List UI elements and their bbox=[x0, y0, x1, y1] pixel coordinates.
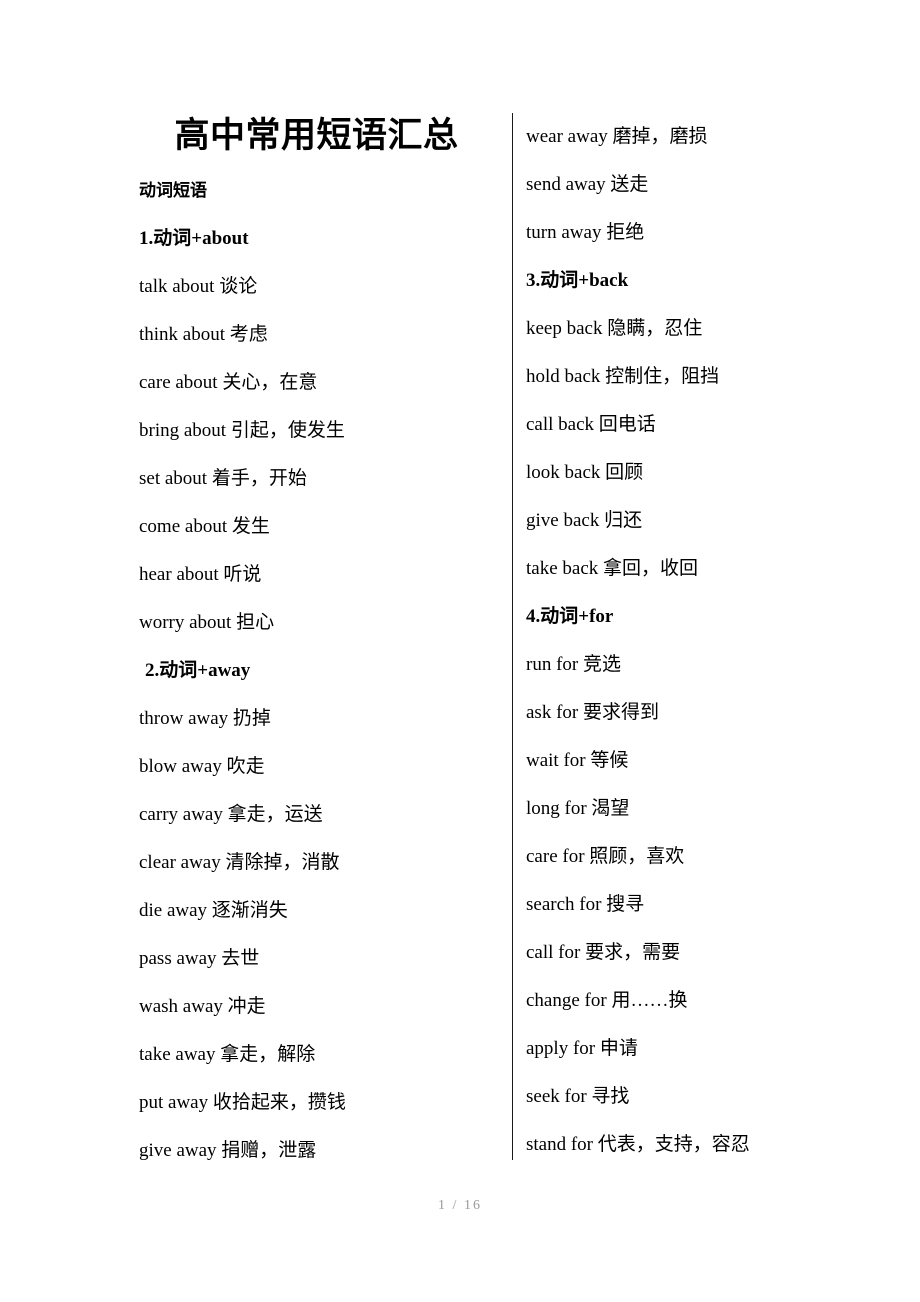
subsection-heading: 4.动词+for bbox=[526, 606, 614, 627]
phrase-entry: turn away 拒绝 bbox=[526, 222, 645, 243]
phrase-entry: keep back 隐瞒，忍住 bbox=[526, 318, 703, 339]
phrase-entry: call for 要求，需要 bbox=[526, 942, 681, 963]
phrase-entry: take back 拿回，收回 bbox=[526, 558, 699, 579]
phrase-entry: talk about 谈论 bbox=[139, 276, 258, 297]
phrase-entry: throw away 扔掉 bbox=[139, 708, 271, 729]
phrase-entry: run for 竞选 bbox=[526, 654, 621, 675]
phrase-entry: search for 搜寻 bbox=[526, 894, 645, 915]
phrase-entry: care for 照顾，喜欢 bbox=[526, 846, 685, 867]
phrase-entry: clear away 清除掉，消散 bbox=[139, 852, 340, 873]
phrase-entry: call back 回电话 bbox=[526, 414, 656, 435]
phrase-entry: hold back 控制住，阻挡 bbox=[526, 366, 720, 387]
footer-current-page: 1 bbox=[438, 1198, 448, 1213]
subsection-heading: 2.动词+away bbox=[145, 660, 251, 681]
phrase-entry: die away 逐渐消失 bbox=[139, 900, 288, 921]
phrase-entry: long for 渴望 bbox=[526, 798, 630, 819]
document-page: 高中常用短语汇总动词短语 1.动词+about talk about 谈论 think… bbox=[0, 0, 920, 1302]
two-column-body: 高中常用短语汇总动词短语 1.动词+about talk about 谈论 think… bbox=[0, 113, 920, 1163]
phrase-entry: send away 送走 bbox=[526, 174, 649, 195]
phrase-entry: give away 捐赠，泄露 bbox=[139, 1140, 317, 1161]
phrase-entry: hear about 听说 bbox=[139, 564, 262, 585]
phrase-entry: give back 归还 bbox=[526, 510, 643, 531]
phrase-entry: carry away 拿走，运送 bbox=[139, 804, 323, 825]
phrase-entry: worry about 担心 bbox=[139, 612, 275, 633]
phrase-entry: pass away 去世 bbox=[139, 948, 260, 969]
phrase-entry: put away 收拾起来，攒钱 bbox=[139, 1092, 346, 1113]
subsection-heading: 3.动词+back bbox=[526, 270, 629, 291]
phrase-entry: wash away 冲走 bbox=[139, 996, 266, 1017]
phrase-entry: wear away 磨掉，磨损 bbox=[526, 126, 708, 147]
page-title: 高中常用短语汇总 bbox=[174, 116, 459, 156]
left-column: 高中常用短语汇总动词短语 1.动词+about talk about 谈论 think… bbox=[139, 113, 494, 1175]
phrase-entry: stand for 代表，支持，容忍 bbox=[526, 1134, 750, 1155]
phrase-entry: look back 回顾 bbox=[526, 462, 644, 483]
right-column: wear away 磨掉，磨损 send away 送走 turn away 拒绝 3… bbox=[526, 113, 886, 1169]
phrase-entry: wait for 等候 bbox=[526, 750, 629, 771]
phrase-entry: change for 用……换 bbox=[526, 990, 688, 1011]
phrase-entry: care about 关心，在意 bbox=[139, 372, 318, 393]
phrase-entry: apply for 申请 bbox=[526, 1038, 638, 1059]
phrase-entry: take away 拿走，解除 bbox=[139, 1044, 316, 1065]
phrase-entry: bring about 引起，使发生 bbox=[139, 420, 345, 441]
phrase-entry: blow away 吹走 bbox=[139, 756, 265, 777]
phrase-entry: set about 着手，开始 bbox=[139, 468, 307, 489]
phrase-entry: come about 发生 bbox=[139, 516, 270, 537]
page-footer: 1 / 16 bbox=[0, 1198, 920, 1214]
phrase-entry: think about 考虑 bbox=[139, 324, 268, 345]
footer-total-pages: 16 bbox=[463, 1198, 482, 1213]
phrase-entry: seek for 寻找 bbox=[526, 1086, 630, 1107]
footer-separator: / bbox=[452, 1198, 459, 1213]
section-heading: 动词短语 bbox=[139, 181, 207, 201]
subsection-heading: 1.动词+about bbox=[139, 228, 249, 249]
phrase-entry: ask for 要求得到 bbox=[526, 702, 659, 723]
